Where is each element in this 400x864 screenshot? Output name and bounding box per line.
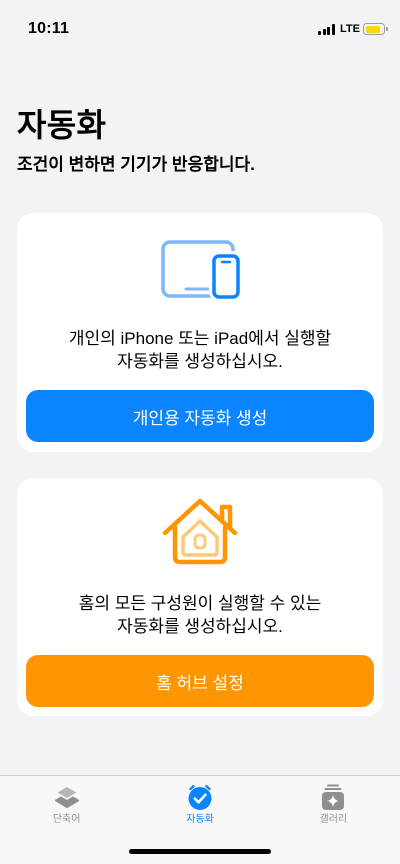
description-line: 자동화를 생성하십시오. [117,352,283,371]
tab-label: 단축어 [52,814,81,825]
gallery-icon [319,783,347,811]
signal-bar [327,26,331,35]
page-subtitle: 조건이 변하면 기기가 반응합니다. [17,155,255,174]
signal-bar [332,24,336,35]
page-title: 자동화 [17,107,107,143]
tab-shortcuts[interactable]: 단축어 [0,776,133,836]
network-type: LTE [340,23,360,35]
layers-icon [53,783,81,811]
ipad-iphone-icon [161,240,241,305]
tab-automation[interactable]: 자동화 [133,776,266,836]
tab-label: 갤러리 [319,814,348,825]
status-bar: 10:11 LTE [0,0,400,50]
description-line: 자동화를 생성하십시오. [117,617,283,636]
tab-gallery[interactable]: 갤러리 [267,776,400,836]
home-indicator [129,849,271,854]
battery-level-fill [365,25,380,33]
personal-automation-description: 개인의 iPhone 또는 iPad에서 실행할 자동화를 생성하십시오. [17,327,383,373]
cellular-signal-icon [318,24,336,35]
home-automation-card: 홈의 모든 구성원이 실행할 수 있는 자동화를 생성하십시오. 홈 허브 설정 [17,478,383,716]
home-automation-description: 홈의 모든 구성원이 실행할 수 있는 자동화를 생성하십시오. [17,592,383,638]
description-line: 홈의 모든 구성원이 실행할 수 있는 [78,594,322,613]
personal-automation-card: 개인의 iPhone 또는 iPad에서 실행할 자동화를 생성하십시오. 개인… [17,213,383,452]
tab-label: 자동화 [186,814,214,825]
description-line: 개인의 iPhone 또는 iPad에서 실행할 [68,329,332,348]
signal-bar [322,29,326,35]
signal-bar [318,31,321,35]
home-icon [162,497,238,570]
battery-icon [363,23,388,35]
set-up-home-hub-button[interactable]: 홈 허브 설정 [26,655,374,707]
automation-icon [186,783,214,811]
create-personal-automation-button[interactable]: 개인용 자동화 생성 [26,390,374,442]
status-time: 10:11 [28,20,70,37]
